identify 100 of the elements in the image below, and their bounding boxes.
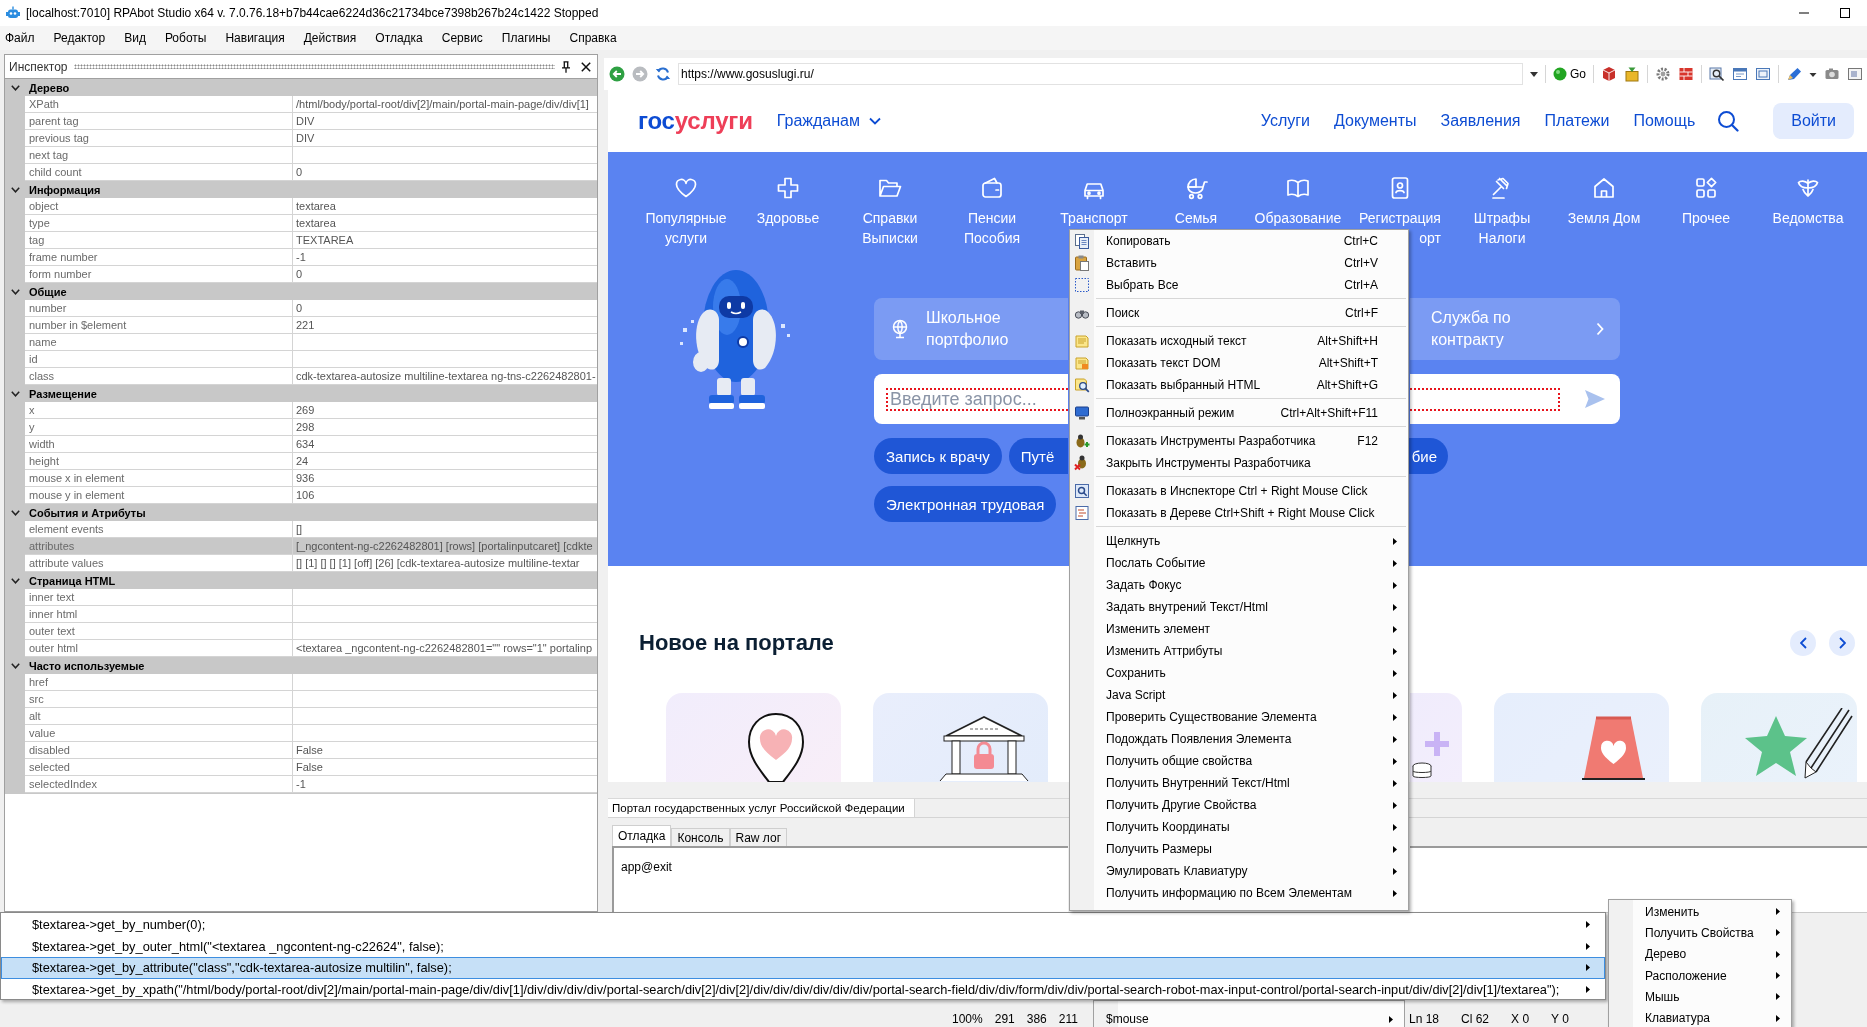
category-link[interactable]: Ведомства	[1772, 175, 1844, 228]
menu-item[interactable]: Навигация	[225, 31, 285, 45]
quick-link[interactable]: Запись к врачу	[874, 438, 1002, 474]
window-icon[interactable]	[1755, 66, 1771, 82]
tab[interactable]: Raw лог	[729, 828, 788, 846]
news-card[interactable]	[873, 693, 1048, 782]
news-card[interactable]	[1701, 693, 1857, 782]
pen-icon[interactable]	[1786, 66, 1802, 82]
maximize-icon[interactable]	[1840, 8, 1850, 18]
menu-item[interactable]: Клавиатура	[1609, 1007, 1791, 1027]
nav-link[interactable]: Услуги	[1260, 112, 1310, 130]
category-link[interactable]: Образование	[1254, 175, 1342, 228]
search-field[interactable]: Введите запрос...	[874, 374, 1068, 424]
brick-icon[interactable]	[1678, 66, 1694, 82]
gear-icon[interactable]	[1655, 66, 1671, 82]
chevron-down-icon[interactable]	[10, 288, 20, 295]
pin-icon[interactable]	[561, 60, 571, 73]
menu-item[interactable]: Получить Размеры	[1070, 838, 1408, 860]
menu-item[interactable]: Копировать Ctrl+C	[1070, 230, 1408, 252]
refresh-icon[interactable]	[655, 66, 671, 82]
chevron-down-icon[interactable]	[10, 84, 20, 91]
cube-icon[interactable]	[1601, 66, 1617, 82]
category-link[interactable]: Справки Выписки	[862, 175, 918, 248]
menu-item[interactable]: Эмулировать Клавиатуру	[1070, 860, 1408, 882]
window-icon[interactable]	[1847, 66, 1863, 82]
category-link[interactable]: Штрафы Налоги	[1473, 175, 1531, 248]
nav-link[interactable]: Помощь	[1633, 112, 1696, 130]
menu-item[interactable]: Проверить Существование Элемента	[1070, 706, 1408, 728]
next-button[interactable]	[1829, 630, 1855, 656]
news-card[interactable]	[666, 693, 841, 782]
menu-item[interactable]: Закрыть Инструменты Разработчика	[1070, 452, 1408, 474]
window-icon[interactable]	[1732, 66, 1748, 82]
page-tab[interactable]: Портал государственных услуг Российской Федерации	[608, 799, 915, 817]
menu-item[interactable]: Получить Координаты	[1070, 816, 1408, 838]
previous-button[interactable]	[1790, 630, 1816, 656]
nav-link[interactable]: Платежи	[1544, 112, 1610, 130]
login-button[interactable]: Войти	[1773, 103, 1854, 139]
package-icon[interactable]	[1624, 66, 1640, 82]
menu-item[interactable]: $mouse	[1094, 1010, 1404, 1027]
go-button[interactable]: Go	[1553, 67, 1586, 81]
nav-link[interactable]: Заявления	[1440, 112, 1521, 130]
drag-handle[interactable]	[73, 64, 555, 69]
tab[interactable]: Консоль	[671, 828, 730, 846]
category-link[interactable]: Земля Дом	[1567, 175, 1641, 228]
camera-icon[interactable]	[1824, 66, 1840, 82]
menu-item[interactable]: Сохранить	[1070, 662, 1408, 684]
suggestion-item[interactable]: $textarea->get_by_number(0);	[1, 914, 1605, 936]
menu-item[interactable]: Дерево	[1609, 943, 1791, 965]
menu-item[interactable]: Изменить	[1609, 901, 1791, 923]
menu-item[interactable]: Расположение	[1609, 964, 1791, 987]
menu-item[interactable]: Получить Свойства	[1609, 922, 1791, 944]
chevron-down-icon[interactable]	[10, 186, 20, 193]
news-card[interactable]	[1494, 693, 1669, 782]
close-icon[interactable]	[581, 61, 591, 72]
category-link[interactable]: Здоровье	[756, 175, 820, 228]
chevron-down-icon[interactable]	[10, 390, 20, 397]
nav-link[interactable]: Документы	[1334, 112, 1417, 130]
menu-item[interactable]: Подождать Появления Элемента	[1070, 728, 1408, 750]
menu-item[interactable]: Отладка	[375, 31, 423, 45]
menu-item[interactable]: Редактор	[53, 31, 106, 45]
menu-item[interactable]: Щелкнуть	[1070, 530, 1408, 552]
menu-item[interactable]: Вид	[124, 31, 146, 45]
console-output[interactable]: app@exit	[612, 846, 1068, 912]
search-icon[interactable]	[1717, 110, 1740, 132]
quick-link[interactable]: бие	[1409, 438, 1448, 474]
menu-item[interactable]: Получить общие свойства	[1070, 750, 1408, 772]
menu-item[interactable]: Действия	[303, 31, 357, 45]
menu-item[interactable]: Показать в Инспекторе Ctrl + Right Mouse Click	[1070, 480, 1408, 502]
menu-item[interactable]: Получить информацию по Всем Элементам	[1070, 882, 1408, 904]
search-field[interactable]	[1410, 374, 1620, 424]
menu-item[interactable]: Сервис	[441, 31, 483, 45]
menu-item[interactable]: Получить Внутренний Текст/Html	[1070, 772, 1408, 794]
menu-item[interactable]: Плагины	[501, 31, 551, 45]
category-link[interactable]: орт	[1419, 228, 1441, 248]
category-link[interactable]: Семья	[1174, 175, 1218, 228]
menu-item[interactable]: Задать Фокус	[1070, 574, 1408, 596]
chevron-down-icon[interactable]	[10, 509, 20, 516]
menu-item[interactable]: Показать текст DOM Alt+Shift+T	[1070, 352, 1408, 374]
suggestion-item[interactable]: $textarea->get_by_xpath("/html/body/portal-root/div[2]/main/portal-main-page/div/div[1]/div/div/div/div/portal-search/div[2]/div[2]/div/div/div/div/div/div/portal-search-field/div/div/form/div/div/portal-search-robot-max-input-control/portal-search-input/div/div[2]/div[1]/textarea");	[1, 978, 1605, 1000]
category-link[interactable]: Пенсии Пособия	[963, 175, 1021, 248]
category-link[interactable]: Регистрация	[1359, 175, 1441, 228]
quick-link[interactable]: Электронная трудовая	[874, 486, 1057, 522]
site-logo[interactable]: госуслуги	[638, 107, 753, 135]
suggestion-item[interactable]: $textarea->get_by_attribute("class","cdk-textarea-autosize multilin", false);	[1, 957, 1605, 979]
chevron-down-icon[interactable]	[10, 662, 20, 669]
menu-item[interactable]: Получить Другие Свойства	[1070, 794, 1408, 816]
menu-item[interactable]: Выбрать Все Ctrl+A	[1070, 274, 1408, 296]
menu-item[interactable]: Показать выбранный HTML Alt+Shift+G	[1070, 374, 1408, 396]
menu-item[interactable]: Полноэкранный режим Ctrl+Alt+Shift+F11	[1070, 402, 1408, 424]
menu-item[interactable]: Поиск Ctrl+F	[1070, 302, 1408, 324]
menu-item[interactable]: Показать в Дереве Ctrl+Shift + Right Mouse Click	[1070, 502, 1408, 524]
url-field[interactable]: https://www.gosuslugi.ru/	[678, 63, 1523, 85]
suggestion-item[interactable]: $textarea->get_by_outer_html("<textarea _ngcontent-ng-c22624", false);	[1, 935, 1605, 957]
audience-dropdown[interactable]: Гражданам	[776, 112, 881, 130]
quick-link[interactable]: Путё	[1008, 438, 1068, 474]
chevron-down-icon[interactable]	[10, 577, 20, 584]
menu-item[interactable]: Файл	[5, 31, 35, 45]
menu-item[interactable]: Изменить Аттрибуты	[1070, 640, 1408, 662]
menu-item[interactable]: Показать Инструменты Разработчика F12	[1070, 430, 1408, 452]
category-link[interactable]: Прочее	[1681, 175, 1731, 228]
